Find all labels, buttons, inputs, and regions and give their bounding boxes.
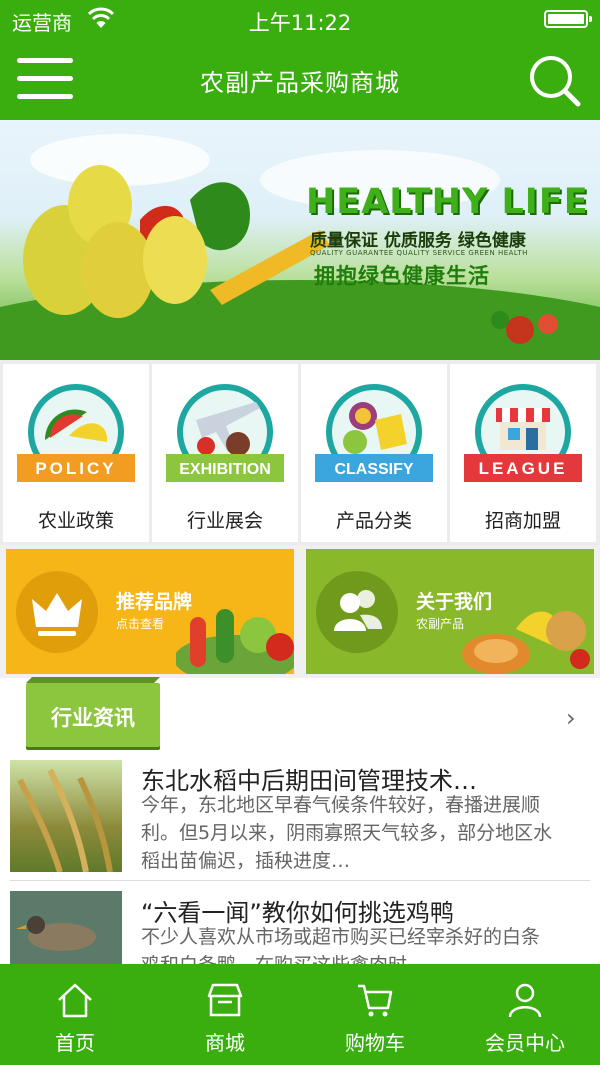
league-badge-text: LEAGUE [479, 459, 568, 478]
policy-badge-text: POLICY [35, 459, 116, 478]
news-summary: 不少人喜欢从市场或超市购买已经宰杀好的白条鸡和白条鸭，在购买这些禽肉时， [141, 926, 541, 964]
news-item[interactable]: “六看一闻”教你如何挑选鸡鸭 不少人喜欢从市场或超市购买已经宰杀好的白条鸡和白条… [0, 881, 600, 964]
banner-subtitle: 质量保证 优质服务 绿色健康 [310, 231, 526, 251]
tab-member-center[interactable]: 会员中心 [450, 964, 600, 1065]
tab-label: 会员中心 [485, 1031, 565, 1055]
promo-recommended-brands[interactable]: 推荐品牌 点击查看 [6, 549, 294, 674]
tab-label: 购物车 [345, 1031, 405, 1055]
status-time: 上午11:22 [248, 11, 352, 35]
news-section-header: 行业资讯 › [0, 678, 600, 753]
airplane-icon: EXHIBITION [166, 384, 284, 482]
promo-title: 推荐品牌 [116, 591, 193, 613]
battery-icon [544, 10, 592, 28]
home-icon [58, 983, 92, 1018]
promo-subtitle: 点击查看 [116, 617, 165, 631]
produce-icon: CLASSIFY [315, 384, 433, 482]
tab-label: 首页 [55, 1031, 95, 1055]
rice-field-image [10, 760, 122, 872]
category-exhibition[interactable]: EXHIBITION 行业展会 [152, 364, 298, 542]
category-label: 农业政策 [37, 510, 114, 532]
category-label: 产品分类 [335, 510, 412, 532]
category-label: 行业展会 [186, 510, 263, 532]
ducks-image [10, 891, 122, 964]
tab-label: 商城 [205, 1031, 245, 1055]
user-icon [508, 983, 542, 1018]
banner-headline: HEALTHY LIFE [306, 182, 589, 222]
users-icon [316, 571, 398, 653]
bottom-tab-bar: 首页 商城 购物车 会员中心 [0, 964, 600, 1065]
storefront-icon: LEAGUE [464, 384, 582, 482]
category-classify[interactable]: CLASSIFY 产品分类 [301, 364, 447, 542]
promo-section: 推荐品牌 点击查看 关于我们 农副产品 [0, 545, 600, 678]
tab-store[interactable]: 商城 [150, 964, 300, 1065]
search-icon[interactable] [526, 52, 582, 108]
section-title: 行业资讯 [51, 706, 135, 730]
promo-about-us[interactable]: 关于我们 农副产品 [306, 549, 594, 674]
classify-badge-text: CLASSIFY [334, 461, 413, 478]
fruit-basket-icon: POLICY [17, 384, 135, 482]
category-grid: POLICY 农业政策 EXHIBITION 行业展会 CLASSIFY 产品分… [0, 360, 600, 545]
category-league[interactable]: LEAGUE 招商加盟 [450, 364, 596, 542]
page-title: 农副产品采购商城 [200, 69, 400, 97]
vegetables-image [176, 609, 294, 674]
news-section-tab: 行业资讯 [26, 683, 160, 747]
banner-tagline: QUALITY GUARANTEE QUALITY SERVICE GREEN … [310, 249, 528, 257]
category-label: 招商加盟 [484, 510, 561, 532]
tab-home[interactable]: 首页 [0, 964, 150, 1065]
promo-subtitle: 农副产品 [416, 617, 465, 631]
news-summary: 今年，东北地区早春气候条件较好，春播进展顺利。但5月以来，阴雨寡照天气较多，部分… [141, 794, 553, 872]
chevron-right-icon[interactable]: › [566, 704, 576, 732]
cart-icon [358, 984, 393, 1017]
banner-slogan: 拥抱绿色健康生活 [314, 264, 490, 288]
news-item[interactable]: 东北水稻中后期田间管理技术… 今年，东北地区早春气候条件较好，春播进展顺利。但5… [0, 753, 600, 880]
category-policy[interactable]: POLICY 农业政策 [3, 364, 149, 542]
tab-cart[interactable]: 购物车 [300, 964, 450, 1065]
hero-banner[interactable]: HEALTHY LIFE 质量保证 优质服务 绿色健康 QUALITY GUAR… [0, 120, 600, 360]
exhibition-badge-text: EXHIBITION [179, 461, 271, 478]
promo-title: 关于我们 [416, 591, 493, 613]
status-bar: 运营商 上午11:22 [0, 0, 600, 40]
store-icon [207, 983, 243, 1017]
app-header: 运营商 上午11:22 农副产品采购商城 [0, 0, 600, 120]
crown-icon [16, 571, 98, 653]
